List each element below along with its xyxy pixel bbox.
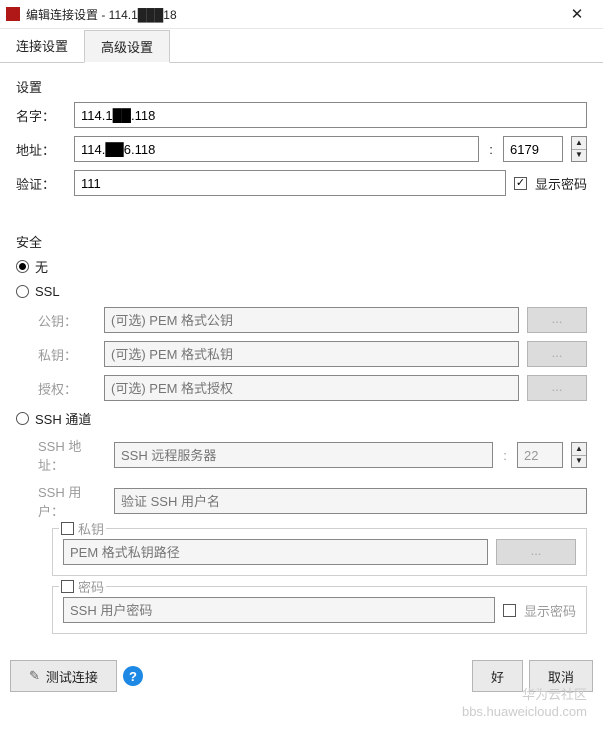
ssh-show-pw-label: 显示密码 (524, 601, 576, 620)
name-label: 名字： (16, 106, 66, 125)
port-input[interactable] (503, 136, 563, 162)
test-connection-button[interactable]: ✎测试连接 (10, 660, 117, 692)
tab-advanced[interactable]: 高级设置 (84, 30, 170, 63)
ssh-show-pw-checkbox (503, 604, 516, 617)
tab-connection[interactable]: 连接设置 (0, 30, 84, 63)
radio-none[interactable] (16, 260, 29, 273)
ssh-pw-legend: 密码 (78, 577, 104, 596)
address-label: 地址： (16, 140, 66, 159)
ssh-key-checkbox (61, 522, 74, 535)
port-stepper[interactable]: ▲▼ (571, 136, 587, 162)
radio-ssl[interactable] (16, 285, 29, 298)
ssh-user-label: SSH 用户： (16, 482, 106, 520)
ssl-pub-input (104, 307, 519, 333)
ssl-priv-browse: ... (527, 341, 587, 367)
radio-ssh[interactable] (16, 412, 29, 425)
auth-label: 验证： (16, 174, 66, 193)
close-icon[interactable]: ✕ (557, 5, 597, 23)
ssl-pub-browse: ... (527, 307, 587, 333)
ssh-port-stepper: ▲▼ (571, 442, 587, 468)
ok-button[interactable]: 好 (472, 660, 523, 692)
ssh-pw-input (63, 597, 495, 623)
app-icon (6, 7, 20, 21)
ssh-port-input (517, 442, 563, 468)
show-password-checkbox[interactable] (514, 177, 527, 190)
show-password-label: 显示密码 (535, 174, 587, 193)
chevron-up-icon[interactable]: ▲ (572, 137, 586, 150)
radio-none-label: 无 (35, 257, 48, 276)
ssh-key-input (63, 539, 488, 565)
ssl-auth-label: 授权： (16, 379, 96, 398)
ssh-key-legend: 私钥 (78, 519, 104, 538)
settings-group: 设置 (16, 77, 587, 96)
address-input[interactable] (74, 136, 479, 162)
colon: : (487, 142, 495, 157)
ssl-pub-label: 公钥： (16, 311, 96, 330)
ssh-pw-checkbox (61, 580, 74, 593)
window-title: 编辑连接设置 - 114.1███18 (26, 6, 557, 23)
ssl-auth-input (104, 375, 519, 401)
radio-ssl-label: SSL (35, 284, 60, 299)
help-icon[interactable]: ? (123, 666, 143, 686)
name-input[interactable] (74, 102, 587, 128)
ssl-priv-input (104, 341, 519, 367)
radio-ssh-label: SSH 通道 (35, 409, 91, 428)
ssh-addr-label: SSH 地址： (16, 436, 106, 474)
chevron-down-icon[interactable]: ▼ (572, 150, 586, 162)
ssl-auth-browse: ... (527, 375, 587, 401)
wand-icon: ✎ (29, 668, 40, 684)
ssh-addr-input (114, 442, 493, 468)
ssh-user-input (114, 488, 587, 514)
cancel-button[interactable]: 取消 (529, 660, 593, 692)
security-group: 安全 (16, 232, 587, 251)
ssl-priv-label: 私钥： (16, 345, 96, 364)
ssh-key-browse: ... (496, 539, 576, 565)
auth-input[interactable] (74, 170, 506, 196)
